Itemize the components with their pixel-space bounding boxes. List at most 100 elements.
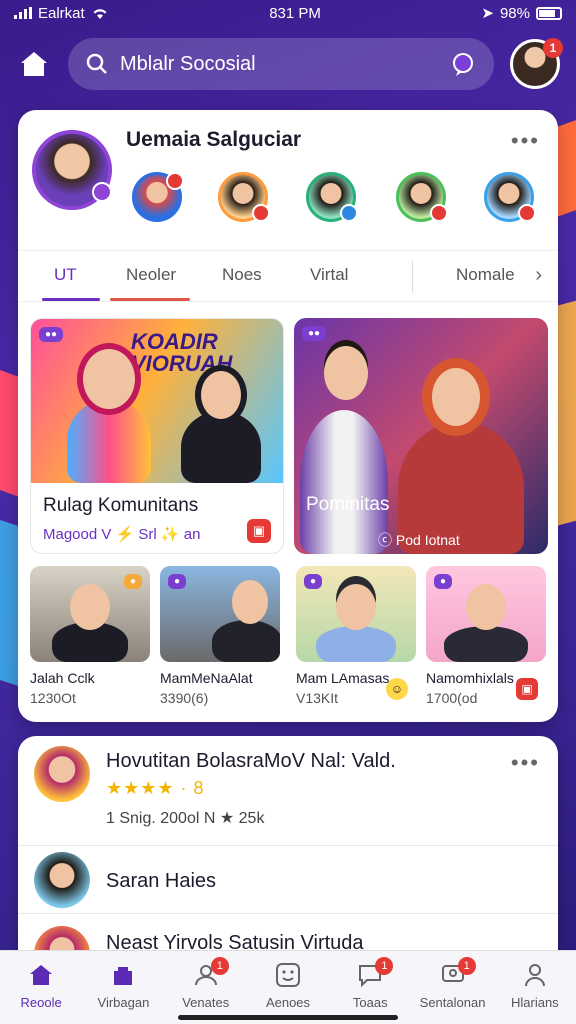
live-dot: [166, 172, 184, 190]
feed-title: Hovutitan BolasraMoV Nal: Vald.: [106, 750, 396, 772]
feed-card: Hovutitan BolasraMoV Nal: Vald. ••• ★★★★…: [18, 736, 558, 976]
category-tabs: UT Neoler Noes Virtal Nomale ›: [18, 250, 558, 302]
story-avatar[interactable]: [396, 172, 448, 222]
emoji-icon: ☺: [386, 678, 408, 700]
clock: 831 PM: [269, 4, 321, 22]
tab-neoler[interactable]: Neoler: [126, 265, 176, 285]
tile-tag: ●: [304, 574, 323, 589]
tile-tag: ●●: [39, 327, 64, 342]
user-icon: [521, 961, 549, 989]
home-icon: [21, 52, 47, 76]
nav-label: Hlarians: [510, 995, 559, 1010]
wifi-icon: [93, 9, 107, 19]
home-button[interactable]: [16, 46, 52, 82]
nav-item-emoji[interactable]: Aenoes: [247, 951, 329, 1024]
community-card: Uemaia Salguciar ••• UT Neoler Noes Virt…: [18, 110, 558, 722]
small-tile[interactable]: ● MamMeNaAlat 3390(6): [160, 566, 280, 706]
live-dot: [252, 204, 270, 222]
tile-tag: ●: [434, 574, 453, 589]
search-icon: [86, 53, 107, 74]
search-input[interactable]: Mblalr Socosial: [120, 53, 438, 76]
tab-ut[interactable]: UT: [54, 265, 77, 285]
tab-divider: [412, 261, 413, 293]
tab-virtal[interactable]: Virtal: [310, 265, 348, 285]
community-tile[interactable]: ●● KOADIR VIORUAH Rulag Komunitans Magoo…: [30, 318, 284, 554]
nav-badge: 1: [457, 957, 476, 975]
tile-name: MamMeNaAlat: [160, 670, 253, 686]
nav-label: Venates: [182, 995, 230, 1010]
bg-stripe: [0, 513, 20, 687]
tile-image: ●: [30, 566, 150, 662]
nav-item-chat[interactable]: 1 Sentalonan: [411, 951, 493, 1024]
game-icon[interactable]: ▣: [516, 678, 538, 700]
person-head: [336, 584, 376, 630]
feed-meta: 1 Snig. 200ol N ★ 25k: [106, 810, 265, 827]
person-head: [83, 349, 135, 409]
nav-badge: 1: [210, 957, 229, 975]
tile-count: 1230Ot: [30, 690, 76, 706]
tab-nomale[interactable]: Nomale: [456, 265, 515, 285]
story-avatar[interactable]: [132, 172, 184, 222]
nav-item-profile[interactable]: Hlarians: [494, 951, 576, 1024]
poster-title: KOADIR VIORUAH: [131, 329, 233, 376]
person-figure: [212, 620, 280, 662]
battery-icon: [536, 6, 562, 20]
profile-row: Uemaia Salguciar •••: [18, 110, 558, 250]
nav-label: Reoole: [20, 995, 62, 1010]
person-head: [232, 580, 268, 624]
person-figure: [67, 399, 151, 483]
game-icon[interactable]: ▣: [247, 519, 271, 543]
notification-badge: 1: [543, 38, 563, 58]
person-head: [70, 584, 110, 630]
small-tile[interactable]: ● Mam LAmasas V13KIt ☺: [296, 566, 416, 706]
story-avatar[interactable]: [306, 172, 358, 222]
nav-item-store[interactable]: Virbagan: [82, 951, 164, 1024]
tile-image: ●● KOADIR VIORUAH: [31, 319, 283, 483]
location-icon: ➤: [481, 5, 494, 22]
person-head: [432, 368, 480, 426]
feed-avatar[interactable]: [34, 852, 90, 908]
nav-item-messages[interactable]: 1 Toaas: [329, 951, 411, 1024]
feed-item[interactable]: Hovutitan BolasraMoV Nal: Vald. ••• ★★★★…: [18, 736, 558, 846]
home-indicator: [178, 1015, 398, 1020]
tile-name: Jalah Cclk: [30, 670, 95, 686]
tab-noes[interactable]: Noes: [222, 265, 262, 285]
tile-image: ●: [160, 566, 280, 662]
nav-item-friends[interactable]: 1 Venates: [165, 951, 247, 1024]
smiley-icon: [274, 961, 302, 989]
tile-tag: ●: [123, 574, 142, 589]
live-dot: [430, 204, 448, 222]
chat-bubble-icon[interactable]: [450, 51, 476, 77]
person-head: [201, 371, 241, 419]
feed-item[interactable]: Saran Haies: [18, 846, 558, 914]
tab-indicator: [110, 298, 190, 301]
more-options-icon[interactable]: •••: [511, 750, 540, 776]
bg-stripe: [556, 293, 576, 527]
bottom-nav: Reoole Virbagan 1 Venates Aenoes 1 Toaas…: [0, 950, 576, 1024]
nav-item-home[interactable]: Reoole: [0, 951, 82, 1024]
profile-avatar[interactable]: [32, 130, 112, 210]
small-tile[interactable]: ● Namomhixlals 1700(od ▣: [426, 566, 546, 706]
story-avatar[interactable]: [484, 172, 536, 222]
community-tile[interactable]: ●● Pominitas ⓒ Pod Iotnat: [294, 318, 548, 554]
battery-label: 98%: [499, 4, 530, 22]
tile-title: Pominitas: [306, 494, 390, 515]
rating: ★★★★ · 8: [106, 778, 205, 799]
nav-badge: 1: [375, 957, 394, 975]
signal-icon: [14, 7, 32, 19]
search-bar[interactable]: Mblalr Socosial: [68, 38, 494, 90]
story-avatar[interactable]: [218, 172, 270, 222]
status-bar: Ealrkat 831 PM ➤ 98%: [0, 0, 576, 26]
small-tile[interactable]: ● Jalah Cclk 1230Ot: [30, 566, 150, 706]
user-avatar[interactable]: 1: [510, 38, 563, 89]
tile-count: 3390(6): [160, 690, 209, 706]
nav-label: Toaas: [352, 995, 388, 1010]
tile-subtitle: Magood V ⚡ Srl ✨ an: [43, 526, 201, 543]
tile-title: Rulag Komunitans: [43, 495, 199, 516]
feed-avatar[interactable]: [34, 746, 90, 802]
chevron-right-icon[interactable]: ›: [535, 264, 542, 287]
home-icon: [27, 961, 55, 989]
active-tab-indicator: [42, 298, 100, 301]
tile-subtitle: ⓒ Pod Iotnat: [378, 532, 460, 548]
more-options-icon[interactable]: •••: [511, 128, 540, 154]
